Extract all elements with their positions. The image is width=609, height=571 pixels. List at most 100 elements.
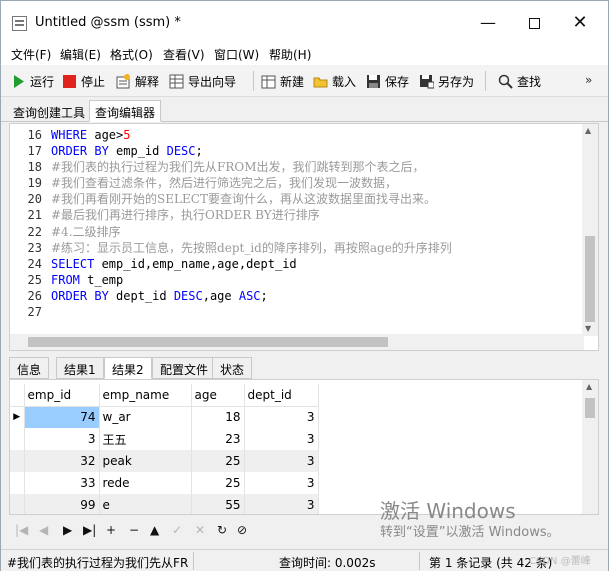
cell-age[interactable]: 25: [191, 472, 245, 494]
cell-emp-name[interactable]: 王五: [99, 428, 192, 450]
tab-query-editor[interactable]: 查询编辑器: [89, 100, 162, 122]
toolbar-overflow-chevron-icon[interactable]: »: [585, 73, 592, 87]
export-wizard-button[interactable]: 导出向导: [169, 71, 236, 91]
cell-age[interactable]: 23: [191, 428, 245, 450]
column-header-age[interactable]: age: [191, 384, 245, 407]
save-as-button[interactable]: 另存为: [419, 71, 474, 91]
new-query-icon: [261, 74, 276, 89]
apply-changes-icon[interactable]: ✓: [172, 523, 182, 537]
cell-dept-id[interactable]: 3: [244, 428, 319, 450]
first-record-icon[interactable]: |◀: [15, 523, 28, 537]
code-line[interactable]: 22 #4.二级排序: [28, 224, 452, 240]
tab-query-builder[interactable]: 查询创建工具: [7, 100, 91, 122]
cell-emp-id[interactable]: 74: [24, 406, 100, 428]
row-indicator: [10, 450, 25, 472]
column-header-emp-id[interactable]: emp_id: [24, 384, 100, 407]
tab-status[interactable]: 状态: [212, 357, 253, 379]
grid-vscroll-thumb[interactable]: [585, 398, 595, 418]
refresh-icon[interactable]: ↻: [217, 523, 227, 537]
row-indicator: [10, 428, 25, 450]
tab-profile[interactable]: 配置文件: [152, 357, 217, 379]
scroll-up-icon[interactable]: ▲: [585, 126, 591, 135]
scroll-down-icon[interactable]: ▼: [585, 324, 591, 333]
code-line[interactable]: 25 FROM t_emp: [28, 272, 452, 288]
code-line[interactable]: 27: [28, 304, 452, 320]
stop-button[interactable]: 停止: [62, 71, 105, 91]
cell-dept-id[interactable]: 3: [244, 472, 319, 494]
stop-query-icon[interactable]: ⊘: [237, 523, 247, 537]
line-number: 23: [27, 240, 42, 255]
cell-dept-id[interactable]: 3: [244, 406, 319, 428]
table-row[interactable]: 32 peak 25 3: [10, 450, 319, 472]
load-button[interactable]: 载入: [313, 71, 356, 91]
menu-window[interactable]: 窗口(W): [214, 46, 259, 63]
find-button[interactable]: 查找: [498, 71, 541, 91]
line-number: 20: [27, 192, 42, 207]
table-row[interactable]: 99 e 55 3: [10, 494, 319, 514]
menu-help[interactable]: 帮助(H): [269, 46, 311, 63]
query-tabs: 查询创建工具 查询编辑器: [1, 97, 608, 122]
tab-result-2[interactable]: 结果2: [104, 357, 152, 379]
column-header-dept-id[interactable]: dept_id: [244, 384, 319, 407]
add-record-icon[interactable]: +: [106, 523, 116, 537]
code-line[interactable]: 17 ORDER BY emp_id DESC;: [28, 143, 452, 159]
previous-record-icon[interactable]: ◀: [39, 523, 48, 537]
sql-editor[interactable]: 16 WHERE age>5 17 ORDER BY emp_id DESC; 18 #我…: [9, 123, 599, 351]
next-record-icon[interactable]: ▶: [63, 523, 72, 537]
cell-emp-id[interactable]: 99: [24, 494, 100, 514]
editor-horizontal-scrollbar[interactable]: [10, 334, 584, 350]
cell-emp-name[interactable]: rede: [99, 472, 192, 494]
menu-format[interactable]: 格式(O): [110, 46, 153, 63]
scroll-up-icon[interactable]: ▲: [586, 382, 592, 391]
editor-vertical-scrollbar[interactable]: ▲ ▼: [582, 124, 598, 336]
sql-text: emp_id: [108, 144, 167, 159]
sql-keyword: WHERE: [51, 128, 88, 142]
menu-view[interactable]: 查看(V): [163, 46, 205, 63]
save-button[interactable]: 保存: [366, 71, 409, 91]
editor-hscroll-thumb[interactable]: [28, 337, 388, 347]
tab-result-1[interactable]: 结果1: [56, 357, 104, 379]
cell-emp-id[interactable]: 32: [24, 450, 100, 472]
tab-info[interactable]: 信息: [9, 357, 50, 379]
line-number: 21: [27, 208, 42, 223]
move-up-icon[interactable]: ▲: [150, 523, 159, 537]
toolbar-separator: [253, 71, 254, 91]
table-row[interactable]: ▶ 74 w_ar 18 3: [10, 406, 319, 428]
delete-record-icon[interactable]: −: [129, 523, 139, 537]
code-line[interactable]: 20 #我们再看刚开始的SELECT要查询什么，再从这波数据里面找寻出来。: [28, 191, 452, 207]
cell-emp-name[interactable]: w_ar: [99, 406, 192, 428]
code-line[interactable]: 23 #练习：显示员工信息，先按照dept_id的降序排列，再按照age的升序排列: [28, 240, 452, 256]
menu-edit[interactable]: 编辑(E): [60, 46, 101, 63]
status-sql-preview: #我们表的执行过程为我们先从FROM出发: [7, 556, 189, 570]
menu-file[interactable]: 文件(F): [11, 46, 51, 63]
explain-button[interactable]: 解释: [116, 71, 159, 91]
cell-emp-id[interactable]: 3: [24, 428, 100, 450]
sql-code[interactable]: 16 WHERE age>5 17 ORDER BY emp_id DESC; 18 #我…: [28, 127, 452, 320]
code-line[interactable]: 19 #我们查看过滤条件，然后进行筛选完之后，我们发现一波数据，: [28, 175, 452, 191]
code-line[interactable]: 21 #最后我们再进行排序，执行ORDER BY进行排序: [28, 207, 452, 223]
grid-vertical-scrollbar[interactable]: ▲: [582, 380, 598, 514]
code-line[interactable]: 24 SELECT emp_id,emp_name,age,dept_id: [28, 256, 452, 272]
cell-emp-id[interactable]: 33: [24, 472, 100, 494]
minimize-button[interactable]: —: [465, 9, 511, 37]
table-row[interactable]: 3 王五 23 3: [10, 428, 319, 450]
discard-changes-icon[interactable]: ✕: [195, 523, 205, 537]
cell-dept-id[interactable]: 3: [244, 494, 319, 514]
cell-age[interactable]: 25: [191, 450, 245, 472]
cell-emp-name[interactable]: e: [99, 494, 192, 514]
code-line[interactable]: 16 WHERE age>5: [28, 127, 452, 143]
last-record-icon[interactable]: ▶|: [83, 523, 96, 537]
cell-dept-id[interactable]: 3: [244, 450, 319, 472]
maximize-button[interactable]: [511, 9, 557, 37]
run-button[interactable]: 运行: [11, 71, 54, 91]
column-header-emp-name[interactable]: emp_name: [99, 384, 192, 407]
table-row[interactable]: 33 rede 25 3: [10, 472, 319, 494]
cell-age[interactable]: 55: [191, 494, 245, 514]
code-line[interactable]: 26 ORDER BY dept_id DESC,age ASC;: [28, 288, 452, 304]
new-button[interactable]: 新建: [261, 71, 304, 91]
cell-emp-name[interactable]: peak: [99, 450, 192, 472]
cell-age[interactable]: 18: [191, 406, 245, 428]
code-line[interactable]: 18 #我们表的执行过程为我们先从FROM出发，我们跳转到那个表之后，: [28, 159, 452, 175]
editor-vscroll-thumb[interactable]: [585, 236, 595, 322]
close-button[interactable]: ✕: [557, 9, 603, 37]
